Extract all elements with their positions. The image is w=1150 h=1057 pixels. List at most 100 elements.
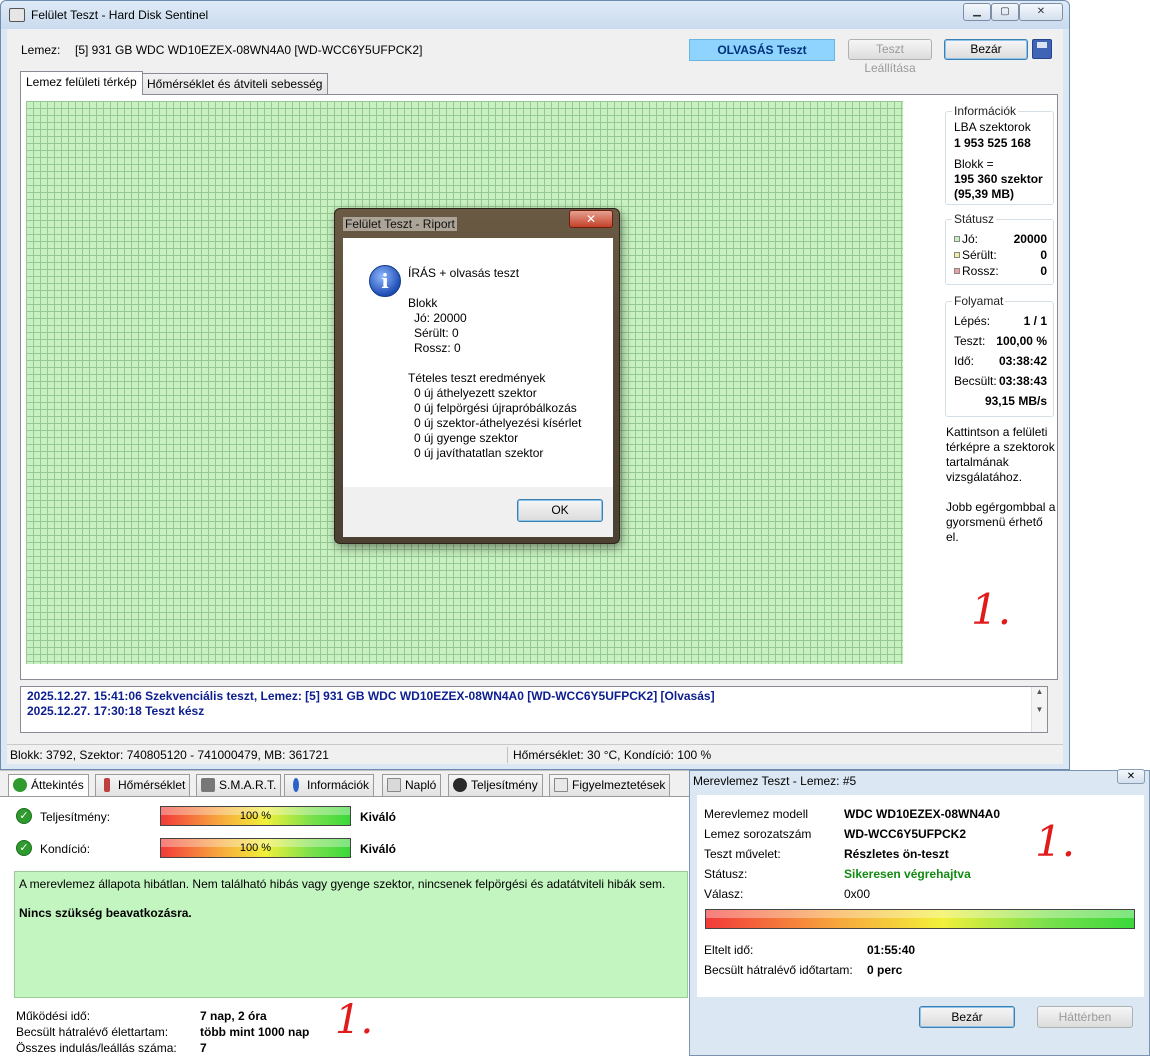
status-bar: Blokk: 3792, Szektor: 740805120 - 741000… xyxy=(7,744,1063,764)
handwritten-mark: 1. xyxy=(1035,817,1076,866)
model-value: WDC WD10EZEX-08WN4A0 xyxy=(844,807,1001,821)
context-menu-note: Jobb egérgombbal a gyorsmenü érhető el. xyxy=(946,500,1056,544)
report-result-item: 0 új javíthatatlan szektor xyxy=(414,446,544,460)
progress-group-title: Folyamat xyxy=(952,294,1006,308)
window-title: Felület Teszt - Hard Disk Sentinel xyxy=(31,8,209,22)
tab-performance[interactable]: Teljesítmény xyxy=(448,774,543,796)
lba-value: 1 953 525 168 xyxy=(954,136,1031,150)
status-group: Státusz Jó: 20000 Sérült: 0 Rossz: 0 xyxy=(945,212,1054,285)
log-line: 2025.12.27. 15:41:06 Szekvenciális teszt… xyxy=(27,689,715,703)
info-group: Információk LBA szektorok 1 953 525 168 … xyxy=(945,104,1054,205)
minimize-icon[interactable]: ▁ xyxy=(963,3,991,21)
map-click-note: Kattintson a felületi térképre a szektor… xyxy=(946,425,1055,484)
health-text: A merevlemez állapota hibátlan. Nem talá… xyxy=(19,877,666,891)
tab-smart[interactable]: S.M.A.R.T. xyxy=(196,774,282,796)
handwritten-mark: 1. xyxy=(335,997,374,1043)
selftest-progress-bar xyxy=(705,909,1135,929)
check-icon: ✓ xyxy=(16,808,32,824)
close-button[interactable]: Bezár xyxy=(944,39,1028,60)
test-row: Teszt: 100,00 % xyxy=(954,334,1047,350)
bad-square-icon xyxy=(954,268,960,274)
chip-icon xyxy=(201,778,215,792)
status-value: Sikeresen végrehajtva xyxy=(844,867,971,881)
tab-alerts[interactable]: Figyelmeztetések xyxy=(549,774,671,796)
background-button[interactable]: Háttérben xyxy=(1037,1006,1133,1028)
tab-overview[interactable]: Áttekintés xyxy=(8,774,89,796)
report-block-heading: Blokk xyxy=(408,296,438,310)
power-on-label: Működési idő: xyxy=(16,1009,91,1023)
lba-label: LBA szektorok xyxy=(954,120,1031,134)
operation-label: Teszt művelet: xyxy=(704,847,781,861)
report-bad: Rossz: 0 xyxy=(414,341,461,355)
test-mode-badge: OLVASÁS Teszt xyxy=(689,39,835,61)
lifetime-value: több mint 1000 nap xyxy=(200,1025,310,1039)
health-action: Nincs szükség beavatkozásra. xyxy=(19,906,192,920)
block-label: Blokk = xyxy=(954,157,994,171)
damaged-row: Sérült: 0 xyxy=(954,248,1047,264)
step-row: Lépés: 1 / 1 xyxy=(954,314,1047,330)
tab-label: Hőmérséklet xyxy=(118,778,186,792)
condition-bar: 100 % xyxy=(160,838,351,858)
damaged-square-icon xyxy=(954,252,960,258)
info-group-title: Információk xyxy=(952,104,1019,118)
condition-label: Kondíció: xyxy=(40,842,91,856)
close-button[interactable]: Bezár xyxy=(919,1006,1015,1028)
overview-content: ✓ Teljesítmény: 100 % Kiváló ✓ Kondíció:… xyxy=(0,796,690,1057)
start-stop-value: 7 xyxy=(200,1041,207,1055)
status-temperature: Hőmérséklet: 30 °C, Kondíció: 100 % xyxy=(513,748,712,762)
model-label: Merevlemez modell xyxy=(704,807,809,821)
condition-value: 100 % xyxy=(239,842,272,854)
health-summary-box: A merevlemez állapota hibátlan. Nem talá… xyxy=(14,871,688,998)
status-label: Státusz: xyxy=(704,867,748,881)
log-line: 2025.12.27. 17:30:18 Teszt kész xyxy=(27,704,205,718)
tab-label: Figyelmeztetések xyxy=(572,778,666,792)
bad-label: Rossz: xyxy=(962,264,999,278)
tab-temperature-speed[interactable]: Hőmérséklet és átviteli sebesség xyxy=(141,73,329,95)
power-on-value: 7 nap, 2 óra xyxy=(200,1009,267,1023)
report-dialog-title: Felület Teszt - Riport xyxy=(343,217,457,231)
condition-rating: Kiváló xyxy=(360,842,397,856)
report-result-item: 0 új áthelyezett szektor xyxy=(414,386,537,400)
selftest-body: Merevlemez modell WDC WD10EZEX-08WN4A0 L… xyxy=(697,795,1144,997)
response-label: Válasz: xyxy=(704,887,744,901)
stop-test-button[interactable]: Teszt Leállítása xyxy=(848,39,932,75)
tab-surface-map[interactable]: Lemez felületi térkép xyxy=(20,71,143,95)
response-value: 0x00 xyxy=(844,887,871,901)
app-icon xyxy=(9,8,25,22)
title-bar[interactable]: Felület Teszt - Hard Disk Sentinel ▁ ▢ ✕ xyxy=(1,1,1069,29)
elapsed-value: 01:55:40 xyxy=(867,943,916,957)
remaining-label: Becsült hátralévő időtartam: xyxy=(704,963,853,977)
gauge-icon xyxy=(453,778,467,792)
tab-log[interactable]: Napló xyxy=(382,774,442,796)
ok-button[interactable]: OK xyxy=(517,499,603,522)
report-result-item: 0 új felpörgési újrapróbálkozás xyxy=(414,401,577,415)
estimated-row: Becsült: 03:38:43 xyxy=(954,374,1047,390)
speed-value: 93,15 MB/s xyxy=(984,394,1047,408)
info-icon: i xyxy=(369,265,401,297)
performance-rating: Kiváló xyxy=(360,810,397,824)
info-icon xyxy=(293,778,299,792)
drive-selftest-window: Merevlemez Teszt - Lemez: #5 ✕ Merevleme… xyxy=(689,769,1150,1056)
tab-information[interactable]: Információk xyxy=(284,774,375,796)
tab-label: S.M.A.R.T. xyxy=(219,778,277,792)
block-value: 195 360 szektor xyxy=(954,172,1043,186)
maximize-icon[interactable]: ▢ xyxy=(991,3,1019,21)
serial-label: Lemez sorozatszám xyxy=(704,827,812,841)
log-scrollbar[interactable]: ▲ ▼ xyxy=(1031,687,1047,732)
tab-label: Napló xyxy=(405,778,437,792)
close-icon[interactable]: ✕ xyxy=(1117,769,1145,784)
remaining-value: 0 perc xyxy=(867,963,903,977)
overview-panel: Áttekintés Hőmérséklet S.M.A.R.T. Inform… xyxy=(0,770,690,1057)
check-icon xyxy=(13,778,27,792)
report-results-heading: Tételes teszt eredmények xyxy=(408,371,546,385)
close-icon[interactable]: ✕ xyxy=(569,210,613,228)
lifetime-label: Becsült hátralévő élettartam: xyxy=(16,1025,169,1039)
step-label: Lépés: xyxy=(954,314,991,328)
report-test-type: ÍRÁS + olvasás teszt xyxy=(408,266,520,280)
report-result-item: 0 új szektor-áthelyezési kísérlet xyxy=(414,416,582,430)
save-icon[interactable] xyxy=(1032,39,1052,59)
operation-value: Részletes ön-teszt xyxy=(844,847,949,861)
tab-temperature[interactable]: Hőmérséklet xyxy=(95,774,191,796)
close-icon[interactable]: ✕ xyxy=(1019,3,1063,21)
status-block-info: Blokk: 3792, Szektor: 740805120 - 741000… xyxy=(10,748,329,762)
